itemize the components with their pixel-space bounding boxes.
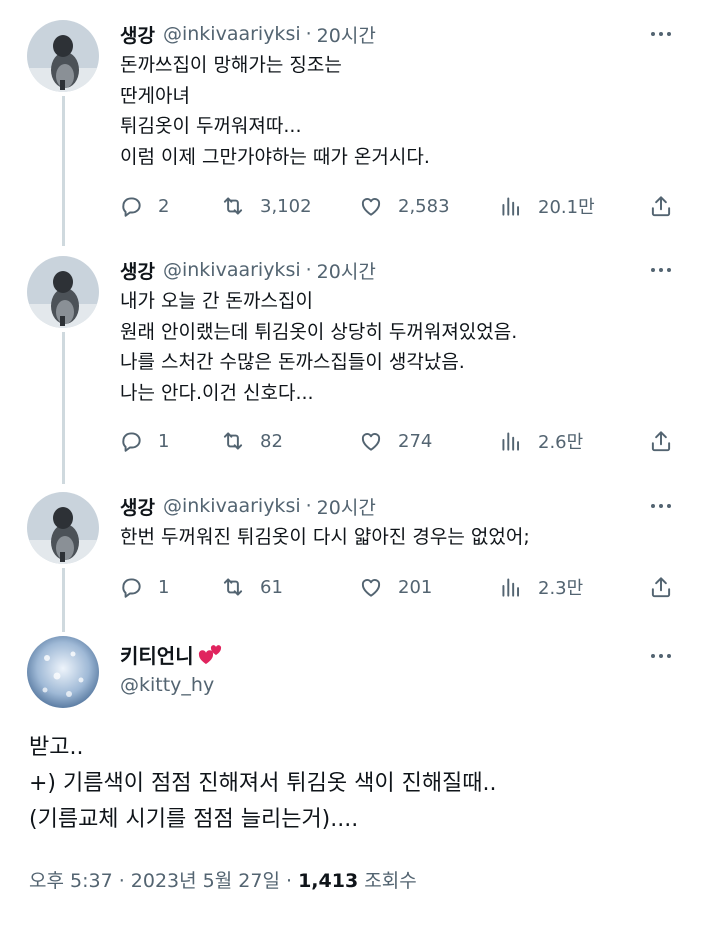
tweet-text: 내가 오늘 간 돈까스집이 원래 안이랬는데 튀김옷이 상당히 두꺼워져있었음.…	[120, 286, 517, 408]
avatar[interactable]	[27, 20, 99, 92]
display-name[interactable]: 생강	[120, 493, 155, 520]
views-icon	[502, 432, 520, 451]
views-count: 2.3만	[538, 578, 584, 599]
tweet-meta: 오후 5:37 · 2023년 5월 27일 · 1,413 조회수	[29, 866, 417, 893]
display-name-text: 키티언니	[120, 644, 194, 668]
share-button[interactable]	[648, 188, 674, 224]
timestamp[interactable]: 오후 5:37 · 2023년 5월 27일	[29, 870, 280, 892]
retweet-count: 61	[260, 576, 283, 598]
reply-count: 2	[158, 195, 170, 217]
views-button[interactable]: 20.1만	[498, 188, 595, 224]
share-icon	[651, 431, 671, 452]
tweet-line: 원래 안이랬는데 튀김옷이 상당히 두꺼워져있었음.	[120, 320, 518, 343]
user-handle[interactable]: @inkivaariyksi	[163, 23, 301, 45]
reply-count: 1	[158, 576, 170, 598]
like-icon	[361, 578, 381, 597]
reply-button[interactable]: 2	[118, 188, 169, 224]
tweet-line: 나는 안다.이건 신호다...	[120, 381, 314, 404]
views-button[interactable]: 2.6만	[498, 423, 583, 459]
like-button[interactable]: 201	[358, 569, 432, 605]
avatar[interactable]	[27, 492, 99, 564]
timestamp[interactable]: 20시간	[317, 493, 376, 520]
more-icon[interactable]	[647, 20, 675, 48]
like-count: 201	[398, 576, 433, 598]
retweet-button[interactable]: 82	[220, 423, 283, 459]
tweet-line: 한번 두꺼워진 튀김옷이 다시 얇아진 경우는 없었어;	[120, 526, 530, 548]
separator: ·	[305, 23, 312, 45]
retweet-icon	[223, 432, 243, 450]
like-count: 274	[398, 430, 433, 452]
retweet-button[interactable]: 61	[220, 569, 283, 605]
like-button[interactable]: 274	[358, 423, 432, 459]
reply-count: 1	[158, 430, 170, 452]
action-bar: 1 82 274 2.6만	[118, 423, 678, 459]
share-icon	[651, 577, 671, 598]
tweet-line: (기름교체 시기를 점점 늘리는거)....	[29, 807, 359, 832]
like-count: 2,583	[398, 195, 450, 217]
views-button[interactable]: 2.3만	[498, 569, 583, 605]
user-handle[interactable]: @kitty_hy	[120, 674, 214, 696]
views-label: 조회수	[364, 870, 417, 892]
retweet-count: 3,102	[260, 195, 312, 217]
user-handle[interactable]: @inkivaariyksi	[163, 259, 301, 281]
more-icon[interactable]	[647, 492, 675, 520]
separator: ·	[305, 259, 312, 281]
tweet[interactable]: 생강 @inkivaariyksi · 20시간 내가 오늘 간 돈까스집이 원…	[0, 256, 701, 476]
timestamp[interactable]: 20시간	[317, 21, 376, 48]
user-handle[interactable]: @inkivaariyksi	[163, 495, 301, 517]
tweet-line: 내가 오늘 간 돈까스집이	[120, 290, 313, 312]
tweet-line: 돈까쓰집이 망해가는 징조는	[120, 54, 342, 76]
like-icon	[361, 432, 381, 451]
tweet-line: 튀김옷이 두꺼워져따...	[120, 115, 302, 137]
tweet-line: 받고..	[29, 735, 84, 760]
retweet-icon	[223, 197, 243, 215]
reply-icon	[122, 578, 141, 598]
views-count: 20.1만	[538, 197, 595, 218]
avatar[interactable]	[27, 256, 99, 328]
tweet-line: 딴게아녀	[120, 84, 190, 107]
like-button[interactable]: 2,583	[358, 188, 450, 224]
avatar[interactable]	[27, 636, 99, 708]
views-count: 2.6만	[538, 432, 584, 453]
reply-button[interactable]: 1	[118, 569, 169, 605]
tweet-line: 나를 스처간 수많은 돈까스집들이 생각났음.	[120, 351, 465, 373]
retweet-icon	[223, 578, 243, 596]
reply-button[interactable]: 1	[118, 423, 169, 459]
more-icon[interactable]	[647, 256, 675, 284]
reply-icon	[122, 197, 141, 217]
share-button[interactable]	[648, 569, 674, 605]
display-name[interactable]: 생강	[120, 257, 155, 284]
tweet-line: +) 기름색이 점점 진해져서 튀김옷 색이 진해질때..	[29, 771, 497, 796]
share-button[interactable]	[648, 423, 674, 459]
more-icon[interactable]	[647, 642, 675, 670]
tweet-text: 받고.. +) 기름색이 점점 진해져서 튀김옷 색이 진해질때.. (기름교체…	[29, 730, 497, 838]
display-name[interactable]: 생강	[120, 21, 155, 48]
views-icon	[502, 197, 520, 216]
views-total: 1,413	[298, 870, 359, 892]
display-name[interactable]: 키티언니	[120, 640, 225, 669]
action-bar: 2 3,102 2,583 20.1만	[118, 188, 678, 224]
tweet[interactable]: 생강 @inkivaariyksi · 20시간 한번 두꺼워진 튀김옷이 다시…	[0, 492, 701, 612]
tweet-text: 한번 두꺼워진 튀김옷이 다시 얇아진 경우는 없었어;	[120, 522, 530, 553]
share-icon	[651, 196, 671, 217]
heart-emoji-icon	[198, 644, 221, 664]
action-bar: 1 61 201 2.3만	[118, 569, 678, 605]
tweet[interactable]: 생강 @inkivaariyksi · 20시간 돈까쓰집이 망해가는 징조는 …	[0, 20, 701, 240]
retweet-count: 82	[260, 430, 283, 452]
like-icon	[361, 197, 381, 216]
tweet-line: 이럼 이제 그만가야하는 때가 온거시다.	[120, 145, 430, 168]
tweet-text: 돈까쓰집이 망해가는 징조는 딴게아녀 튀김옷이 두꺼워져따... 이럼 이제 …	[120, 50, 430, 172]
separator: ·	[305, 495, 312, 517]
views-icon	[502, 578, 520, 597]
timestamp[interactable]: 20시간	[317, 257, 376, 284]
separator: ·	[285, 870, 293, 892]
reply-icon	[122, 432, 141, 452]
retweet-button[interactable]: 3,102	[220, 188, 312, 224]
